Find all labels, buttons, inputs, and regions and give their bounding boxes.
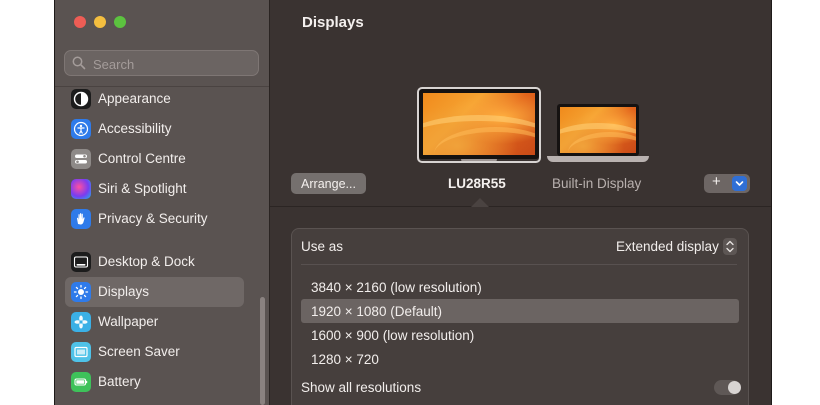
zoom-window-button[interactable] [114, 16, 126, 28]
privacy-hand-icon [71, 209, 91, 229]
sidebar-item-privacy-security[interactable]: Privacy & Security [65, 204, 244, 234]
resolution-label: 3840 × 2160 (low resolution) [311, 280, 482, 295]
display-name-builtin[interactable]: Built-in Display [552, 176, 641, 191]
sidebar-item-wallpaper[interactable]: Wallpaper [65, 307, 244, 337]
toggle-knob [728, 381, 741, 394]
siri-icon [71, 179, 91, 199]
sidebar-item-label: Battery [98, 374, 141, 389]
resolution-option[interactable]: 1280 × 720 [301, 347, 739, 371]
monitor-stand [461, 159, 497, 163]
sidebar-item-screen-saver[interactable]: Screen Saver [65, 337, 244, 367]
close-window-button[interactable] [74, 16, 86, 28]
resolution-label: 1920 × 1080 (Default) [311, 304, 442, 319]
external-display-screen [419, 89, 539, 159]
wallpaper-image [423, 93, 535, 155]
screen-saver-icon [71, 342, 91, 362]
sidebar-item-label: Privacy & Security [98, 211, 208, 226]
use-as-label: Use as [301, 239, 344, 254]
search-input[interactable] [91, 54, 255, 74]
displays-sun-icon [71, 282, 91, 302]
sidebar-item-displays[interactable]: Displays [65, 277, 244, 307]
sidebar-item-label: Wallpaper [98, 314, 159, 329]
up-down-chevron-icon[interactable] [723, 238, 737, 255]
minimize-window-button[interactable] [94, 16, 106, 28]
sidebar-item-battery[interactable]: Battery [65, 367, 244, 397]
card-divider [301, 264, 737, 265]
sidebar-item-label: Siri & Spotlight [98, 181, 187, 196]
pane-divider [270, 206, 771, 207]
accessibility-icon [71, 119, 91, 139]
plus-icon: + [712, 173, 721, 190]
resolution-option-selected[interactable]: 1920 × 1080 (Default) [301, 299, 739, 323]
wallpaper-image [560, 107, 636, 153]
sidebar-item-label: Desktop & Dock [98, 254, 195, 269]
sidebar-item-label: Control Centre [98, 151, 186, 166]
search-icon [72, 56, 86, 70]
show-all-resolutions-toggle[interactable] [714, 380, 741, 395]
sidebar-scrollbar[interactable] [260, 297, 265, 405]
laptop-base [547, 156, 649, 162]
sidebar-item-label: Appearance [98, 91, 171, 106]
selection-pointer [471, 198, 489, 207]
use-as-select[interactable]: Extended display [616, 239, 719, 254]
sidebar-item-siri-spotlight[interactable]: Siri & Spotlight [65, 174, 244, 204]
arrange-button[interactable]: Arrange... [291, 173, 366, 194]
external-display-thumbnail[interactable] [419, 89, 539, 163]
sidebar: Appearance Accessibility Control Centre … [55, 0, 270, 405]
sidebar-item-label: Accessibility [98, 121, 172, 136]
appearance-icon [71, 89, 91, 109]
sidebar-item-appearance[interactable]: Appearance [65, 84, 244, 114]
sidebar-item-label: Screen Saver [98, 344, 180, 359]
add-display-button[interactable]: + [704, 173, 750, 193]
resolution-label: 1600 × 900 (low resolution) [311, 328, 475, 343]
wallpaper-flower-icon [71, 312, 91, 332]
system-settings-window: Appearance Accessibility Control Centre … [54, 0, 772, 405]
chevron-down-icon[interactable] [732, 176, 747, 191]
resolution-option[interactable]: 3840 × 2160 (low resolution) [301, 275, 739, 299]
desktop-dock-icon [71, 252, 91, 272]
show-all-resolutions-label: Show all resolutions [301, 380, 422, 395]
builtin-display-thumbnail[interactable] [547, 104, 649, 164]
builtin-display-screen [557, 104, 639, 156]
resolution-option[interactable]: 1600 × 900 (low resolution) [301, 323, 739, 347]
sidebar-item-control-centre[interactable]: Control Centre [65, 144, 244, 174]
search-field[interactable] [64, 50, 259, 76]
sidebar-item-accessibility[interactable]: Accessibility [65, 114, 244, 144]
page-title: Displays [302, 14, 364, 31]
battery-icon [71, 372, 91, 392]
display-name-selected[interactable]: LU28R55 [448, 176, 506, 191]
sidebar-item-desktop-dock[interactable]: Desktop & Dock [65, 247, 244, 277]
resolution-label: 1280 × 720 [311, 352, 379, 367]
sidebar-item-label: Displays [98, 284, 150, 299]
control-centre-icon [71, 149, 91, 169]
